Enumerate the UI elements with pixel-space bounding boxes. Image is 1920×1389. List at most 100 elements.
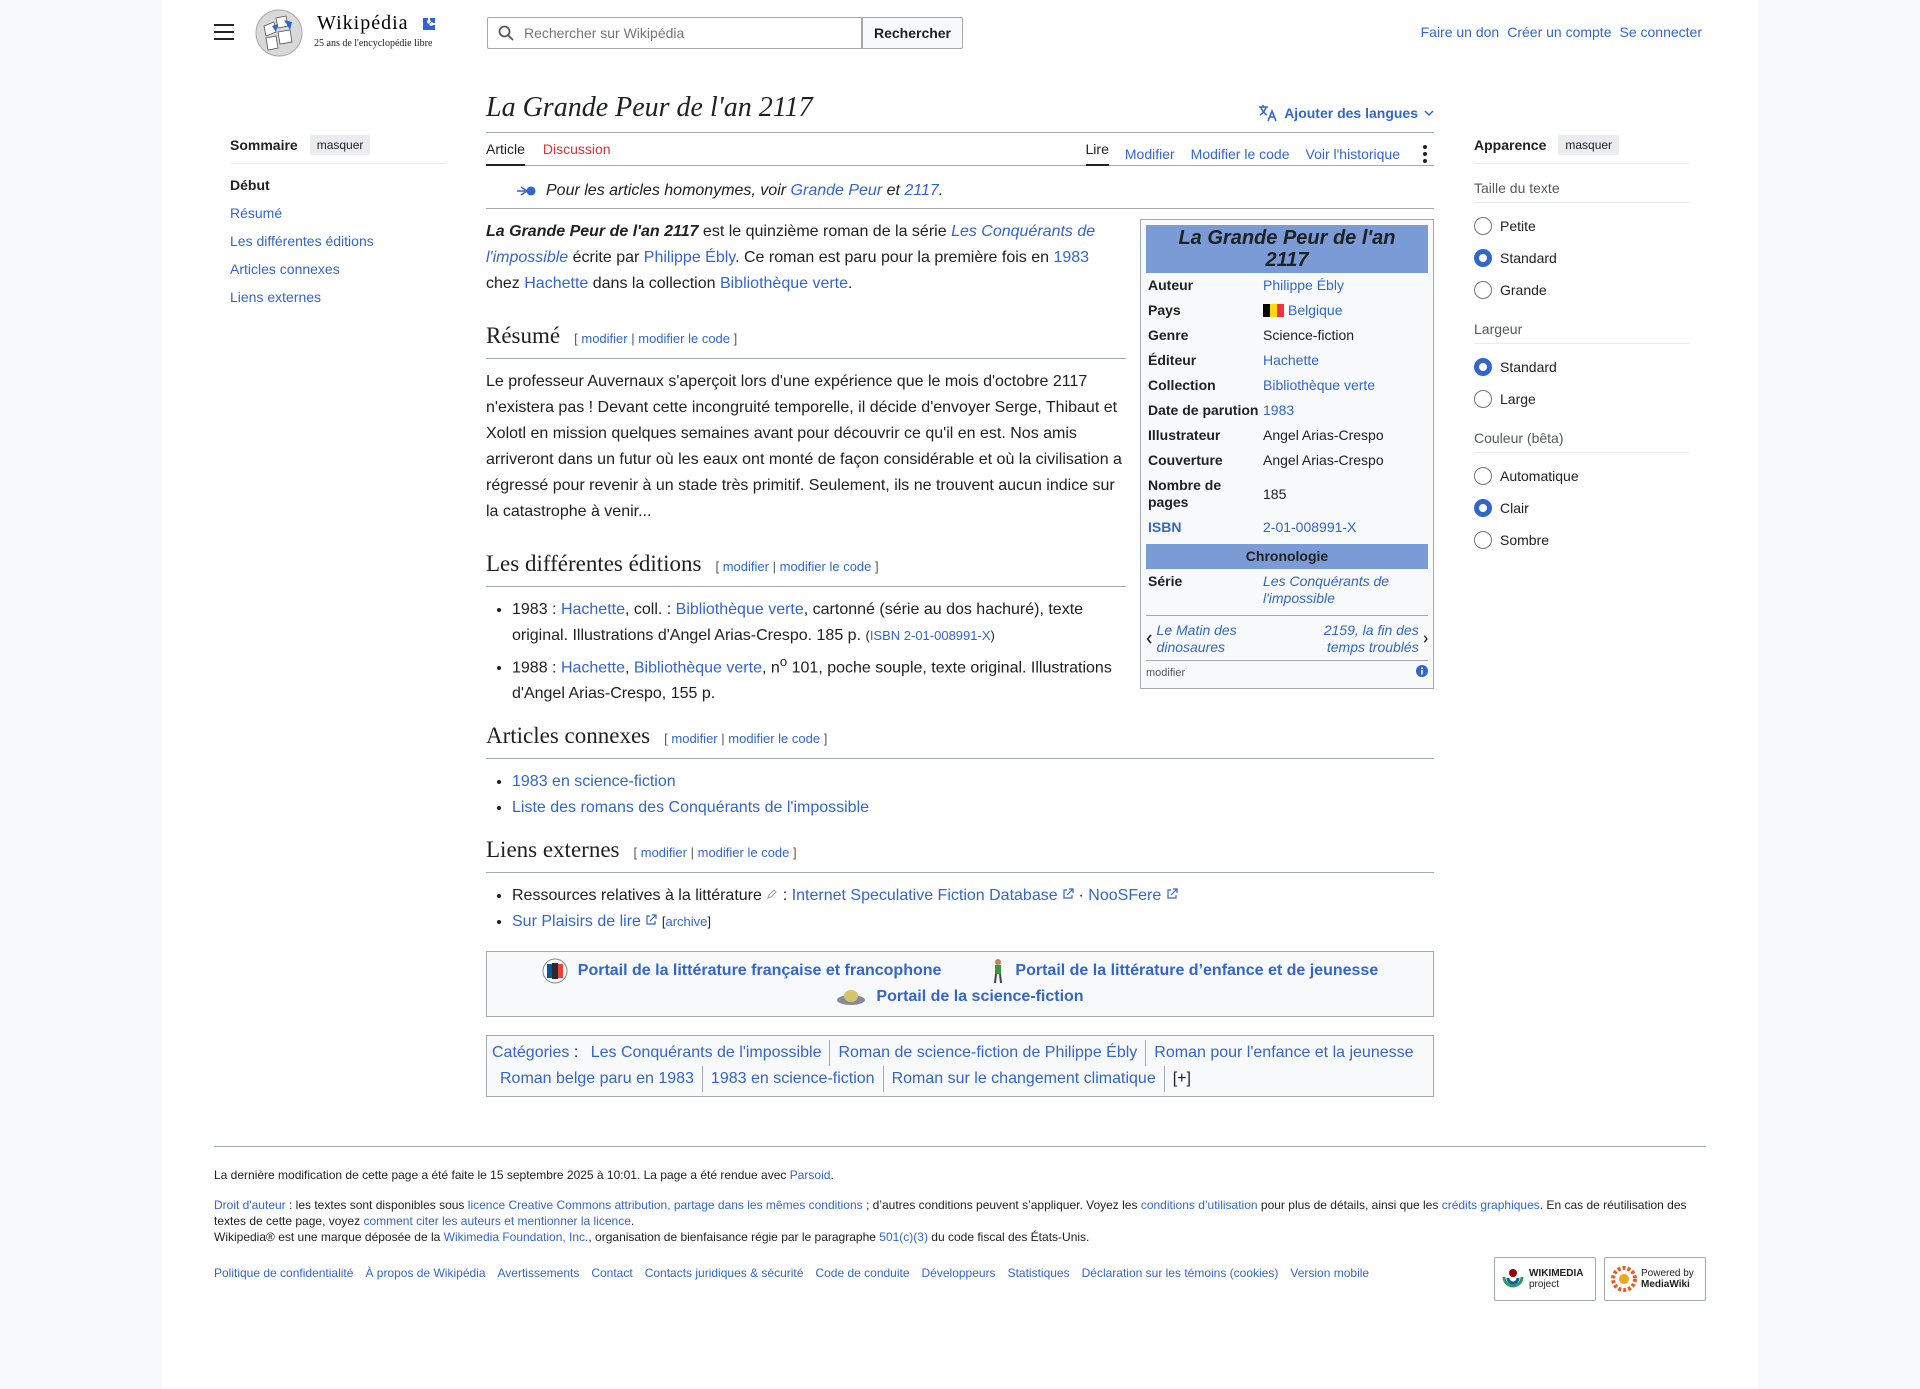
related-article-link[interactable]: Liste des romans des Conquérants de l'im… [512,799,869,816]
radio-button[interactable] [1474,358,1492,376]
category-link[interactable]: Les Conquérants de l'impossible [583,1040,830,1066]
donate-link[interactable]: Faire un don [1421,24,1500,40]
edit-section-source-link[interactable]: modifier le code [780,559,872,574]
noosfere-link[interactable]: NooSFere [1088,887,1161,904]
radio-text-size-large[interactable]: Grande [1474,281,1690,299]
edit-section-link[interactable]: modifier [723,559,769,574]
chevron-left-icon[interactable] [1146,633,1153,645]
toc-hide-button[interactable]: masquer [309,135,371,155]
radio-button[interactable] [1474,467,1492,485]
radio-width-large[interactable]: Large [1474,390,1690,408]
wikimedia-foundation-link[interactable]: Wikimedia Foundation, Inc. [444,1230,589,1244]
parsoid-link[interactable]: Parsoid [790,1168,831,1182]
add-languages-button[interactable]: Ajouter des langues [1258,104,1434,122]
radio-text-size-standard[interactable]: Standard [1474,249,1690,267]
edit-section-source-link[interactable]: modifier le code [728,731,820,746]
radio-color-dark[interactable]: Sombre [1474,531,1690,549]
toc-item-liens-externes[interactable]: Liens externes [230,288,446,306]
next-novel-link[interactable]: 2159, la fin des temps troublés [1293,622,1419,656]
infobox-edit-link[interactable]: modifier [1146,665,1185,682]
hachette-link[interactable]: Hachette [561,601,625,618]
appearance-hide-button[interactable]: masquer [1558,135,1620,155]
radio-button[interactable] [1474,249,1492,267]
toc-item-debut[interactable]: Début [230,176,446,194]
radio-color-automatic[interactable]: Automatique [1474,467,1690,485]
radio-button[interactable] [1474,531,1492,549]
collection-link[interactable]: Bibliothèque verte [720,275,848,292]
category-link[interactable]: Roman belge paru en 1983 [492,1066,702,1092]
related-article-link[interactable]: 1983 en science-fiction [512,773,676,790]
radio-button[interactable] [1474,281,1492,299]
hatnote-link-2117[interactable]: 2117 [904,182,938,199]
tab-read[interactable]: Lire [1085,141,1109,166]
radio-button[interactable] [1474,499,1492,517]
isbn-link[interactable]: ISBN 2-01-008991-X [870,628,991,643]
footer-link-developers[interactable]: Développeurs [922,1265,996,1281]
tab-edit[interactable]: Modifier [1125,146,1175,162]
create-account-link[interactable]: Créer un compte [1507,24,1611,40]
edit-section-source-link[interactable]: modifier le code [698,845,790,860]
category-link[interactable]: 1983 en science-fiction [701,1066,883,1093]
infobox-publisher-link[interactable]: Hachette [1263,352,1319,368]
pencil-icon[interactable] [766,888,778,900]
bibliotheque-verte-link[interactable]: Bibliothèque verte [676,601,804,618]
radio-button[interactable] [1474,217,1492,235]
more-actions-icon[interactable] [1416,144,1434,163]
categories-expand-button[interactable]: [+] [1163,1066,1199,1093]
edit-section-link[interactable]: modifier [641,845,687,860]
footer-link-mobile[interactable]: Version mobile [1290,1265,1369,1281]
cite-authors-link[interactable]: comment citer les auteurs et mentionner … [363,1214,630,1228]
infobox-isbn-link[interactable]: 2-01-008991-X [1263,519,1356,535]
radio-text-size-small[interactable]: Petite [1474,217,1690,235]
portal-link-french-literature[interactable]: Portail de la littérature française et f… [578,958,942,984]
copyright-link[interactable]: Droit d'auteur [214,1198,286,1212]
category-link[interactable]: Roman pour l'enfance et la jeunesse [1145,1040,1421,1067]
logo-wordmark[interactable]: Wikipédia [317,12,409,35]
search-input[interactable] [522,18,852,48]
hachette-link[interactable]: Hachette [561,659,625,676]
search-button[interactable]: Rechercher [862,17,963,49]
tab-article[interactable]: Article [486,141,525,166]
terms-link[interactable]: conditions d’utilisation [1141,1198,1258,1212]
toc-item-articles-connexes[interactable]: Articles connexes [230,260,446,278]
info-icon[interactable] [1416,665,1428,677]
footer-link-code-of-conduct[interactable]: Code de conduite [815,1265,909,1281]
edit-section-link[interactable]: modifier [671,731,717,746]
tab-edit-source[interactable]: Modifier le code [1191,146,1290,162]
login-link[interactable]: Se connecter [1620,24,1703,40]
year-link[interactable]: 1983 [1053,249,1089,266]
publisher-link[interactable]: Hachette [524,275,588,292]
footer-link-about[interactable]: À propos de Wikipédia [365,1265,485,1281]
footer-link-cookies[interactable]: Déclaration sur les témoins (cookies) [1082,1265,1279,1281]
portal-link-youth-literature[interactable]: Portail de la littérature d’enfance et d… [1015,958,1378,984]
footer-link-legal[interactable]: Contacts juridiques & sécurité [645,1265,804,1281]
footer-link-statistics[interactable]: Statistiques [1008,1265,1070,1281]
edit-section-link[interactable]: modifier [581,331,627,346]
powered-by-mediawiki-badge[interactable]: Powered by MediaWiki [1604,1257,1706,1301]
author-link[interactable]: Philippe Ébly [644,249,735,266]
hatnote-link-grande-peur[interactable]: Grande Peur [791,182,883,199]
bibliotheque-verte-link[interactable]: Bibliothèque verte [634,659,762,676]
plaisirs-de-lire-link[interactable]: Sur Plaisirs de lire [512,913,641,930]
categories-label-link[interactable]: Catégories [492,1044,569,1061]
isfdb-link[interactable]: Internet Speculative Fiction Database [792,887,1058,904]
edit-section-source-link[interactable]: modifier le code [638,331,730,346]
radio-color-light[interactable]: Clair [1474,499,1690,517]
infobox-series-link[interactable]: Les Conquérants de l'impossible [1263,573,1389,606]
footer-link-contact[interactable]: Contact [591,1265,632,1281]
infobox-author-link[interactable]: Philippe Ébly [1263,277,1344,293]
tab-discussion[interactable]: Discussion [543,141,611,166]
radio-button[interactable] [1474,390,1492,408]
toc-item-resume[interactable]: Résumé [230,204,446,222]
infobox-country-link[interactable]: Belgique [1288,302,1343,318]
infobox-isbn-key-link[interactable]: ISBN [1148,519,1181,535]
infobox-collection-link[interactable]: Bibliothèque verte [1263,377,1375,393]
archive-link[interactable]: archive [665,914,707,929]
previous-novel-link[interactable]: Le Matin des dinosaures [1157,622,1282,656]
wikipedia-globe-logo-icon[interactable] [254,8,304,58]
wikimedia-project-badge[interactable]: WIKIMEDIA project [1494,1257,1596,1301]
footer-link-disclaimers[interactable]: Avertissements [498,1265,580,1281]
tab-history[interactable]: Voir l'historique [1306,146,1401,162]
main-menu-button[interactable] [214,24,234,40]
image-credits-link[interactable]: crédits graphiques [1442,1198,1540,1212]
